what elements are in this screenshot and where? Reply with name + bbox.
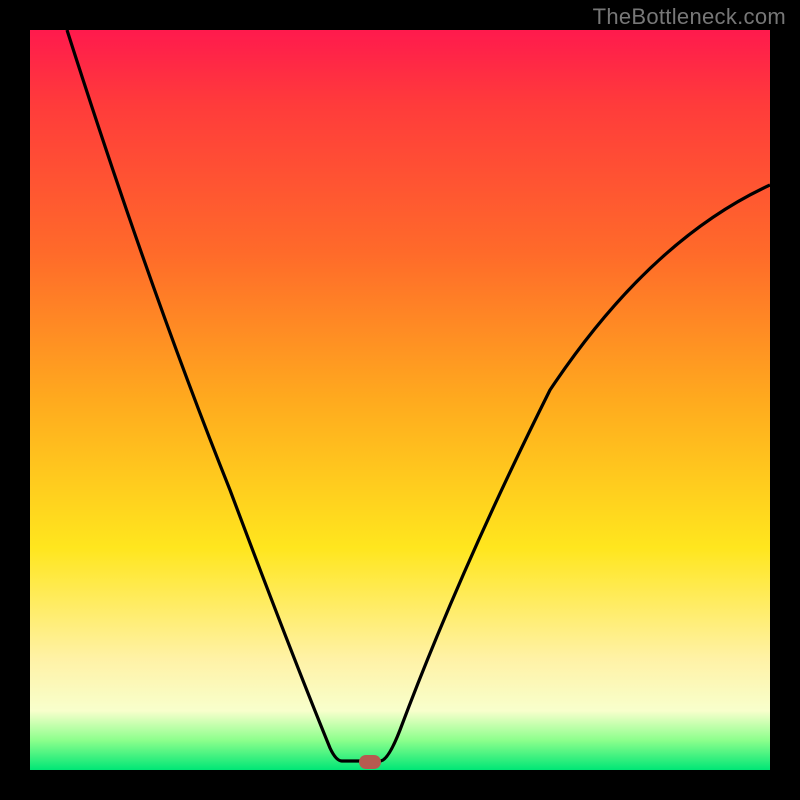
minimum-marker	[359, 755, 381, 769]
chart-frame: TheBottleneck.com	[0, 0, 800, 800]
watermark-text: TheBottleneck.com	[593, 4, 786, 30]
curve-path	[67, 30, 770, 761]
bottleneck-curve	[30, 30, 770, 770]
plot-area	[30, 30, 770, 770]
